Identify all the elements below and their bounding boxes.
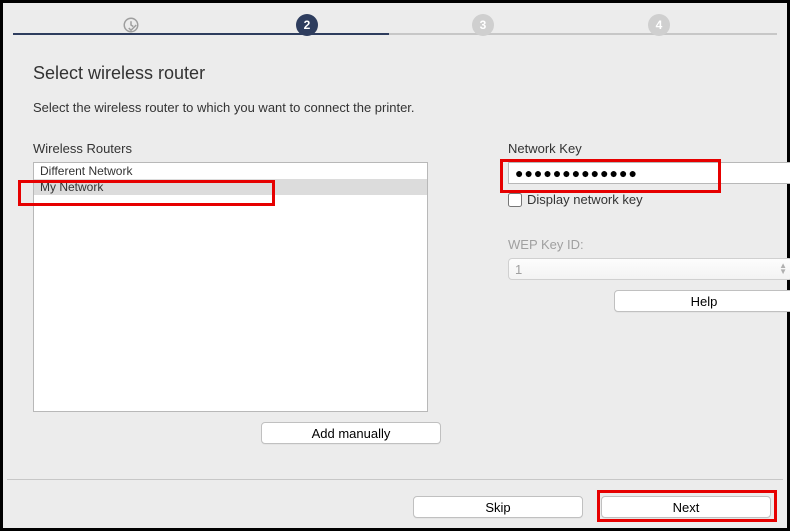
help-button[interactable]: Help (614, 290, 790, 312)
add-manually-button[interactable]: Add manually (261, 422, 441, 444)
router-item-selected[interactable]: My Network (34, 179, 427, 195)
page-title: Select wireless router (33, 63, 757, 84)
stepper-arrows-icon: ▲▼ (779, 263, 786, 275)
footer-separator (7, 479, 783, 480)
wep-key-label: WEP Key ID: (508, 237, 790, 252)
network-key-input[interactable] (508, 162, 790, 184)
next-button[interactable]: Next (601, 496, 771, 518)
router-item[interactable]: Different Network (34, 163, 427, 179)
network-key-label: Network Key (508, 141, 790, 156)
progress-stepper: 2 3 4 (3, 3, 787, 41)
display-network-key-label: Display network key (527, 192, 643, 207)
routers-label: Wireless Routers (33, 141, 428, 156)
step-3: 3 (395, 14, 571, 36)
step-2-current: 2 (219, 14, 395, 36)
checkmark-clock-icon (120, 14, 142, 36)
wep-key-select: 1 ▲▼ (508, 258, 790, 280)
wep-key-value: 1 (515, 262, 522, 277)
display-network-key-checkbox[interactable] (508, 193, 522, 207)
skip-button[interactable]: Skip (413, 496, 583, 518)
step-1-complete (43, 14, 219, 36)
wireless-routers-list[interactable]: Different Network My Network (33, 162, 428, 412)
page-subtitle: Select the wireless router to which you … (33, 100, 757, 115)
step-4: 4 (571, 14, 747, 36)
